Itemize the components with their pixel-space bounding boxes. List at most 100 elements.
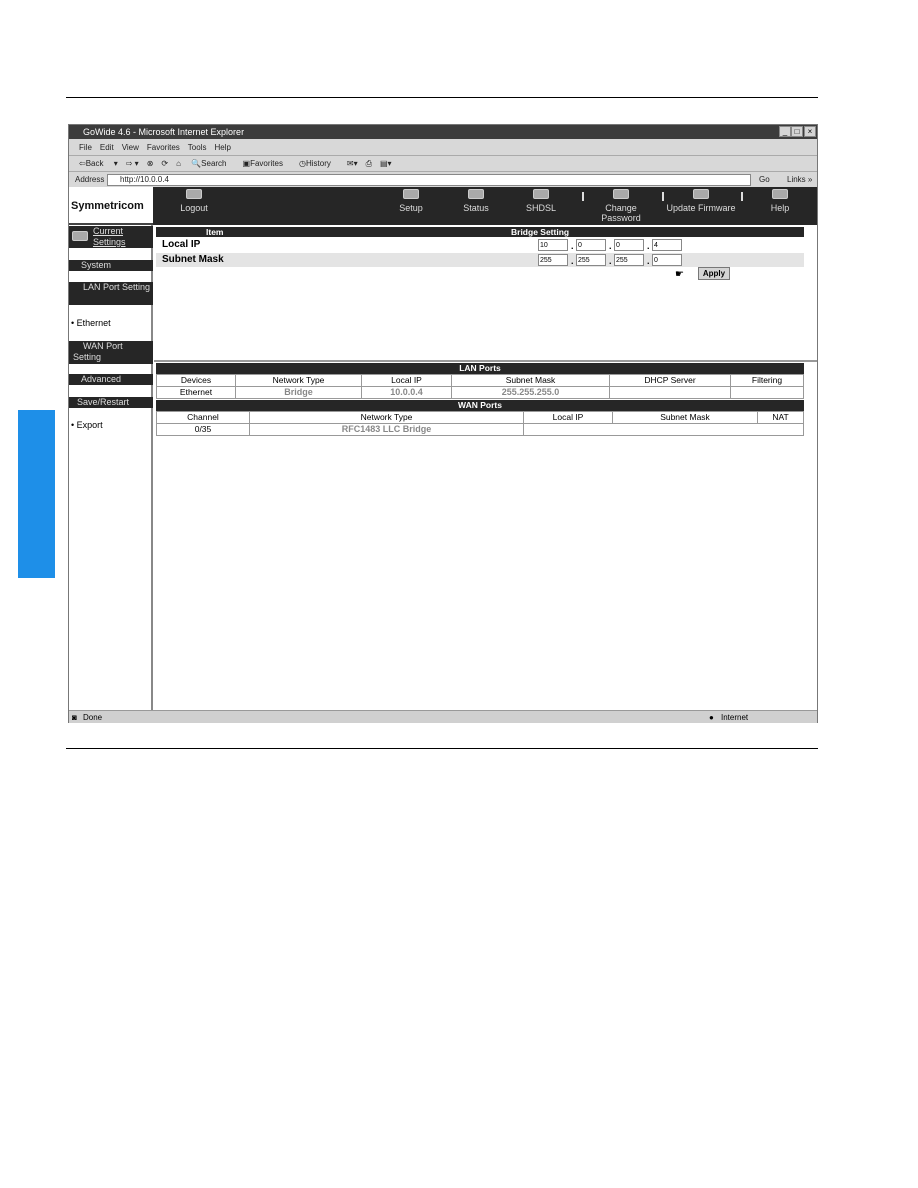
nav-shdsl[interactable]: SHDSL (506, 189, 576, 213)
title-bar: GoWide 4.6 - Microsoft Internet Explorer… (69, 125, 817, 139)
local-ip-octet-2[interactable] (576, 239, 606, 251)
home-icon[interactable]: ⌂ (176, 159, 181, 168)
password-icon (613, 189, 629, 199)
nav-label: Update Firmware (666, 203, 736, 213)
mask-octet-3[interactable] (614, 254, 644, 266)
table-row: Ethernet Bridge 10.0.0.4 255.255.255.0 (156, 386, 804, 399)
nav-separator (662, 192, 664, 201)
nav-separator (741, 192, 743, 201)
sidebar-current-settings[interactable]: Current Settings (69, 226, 153, 248)
globe-icon: ● (709, 713, 714, 722)
cell-dhcp (609, 386, 731, 399)
col-dhcp-server: DHCP Server (609, 374, 731, 387)
col-subnet-mask: Subnet Mask (451, 374, 610, 387)
back-button[interactable]: ⇦Back ▾ (79, 159, 118, 168)
local-ip-octet-1[interactable] (538, 239, 568, 251)
local-ip-octet-4[interactable] (652, 239, 682, 251)
table-header-row: Devices Network Type Local IP Subnet Mask DH… (156, 374, 804, 387)
nav-label: Change Password (601, 203, 641, 223)
menu-edit[interactable]: Edit (100, 143, 114, 152)
firmware-icon (693, 189, 709, 199)
symmetricom-logo: Symmetricom (69, 187, 153, 225)
status-bar: ◙ Done ● Internet (69, 710, 817, 723)
favorites-button[interactable]: ▣Favorites (243, 159, 291, 168)
nav-status[interactable]: Status (441, 189, 511, 213)
menu-tools[interactable]: Tools (188, 143, 207, 152)
address-input[interactable]: http://10.0.0.4 (107, 174, 751, 186)
links-button[interactable]: Links » (787, 172, 812, 187)
cell-filtering (730, 386, 804, 399)
chapter-tab (18, 410, 55, 578)
mask-octet-1[interactable] (538, 254, 568, 266)
zone-text: Internet (721, 713, 749, 722)
page-content: Symmetricom Logout Setup Status SHDSL Ch… (69, 187, 817, 710)
local-ip-octet-3[interactable] (614, 239, 644, 251)
col-network-type: Network Type (235, 374, 362, 387)
address-bar: Address http://10.0.0.4 Go Links » (69, 172, 817, 188)
pointer-hand-icon: ☛ (675, 269, 684, 280)
local-ip-label: Local IP (162, 239, 201, 250)
col-filtering: Filtering (730, 374, 804, 387)
sidebar-system[interactable]: System (69, 260, 153, 271)
sidebar-wan-port-setting[interactable]: WAN Port Setting (69, 341, 153, 364)
menu-favorites[interactable]: Favorites (147, 143, 180, 152)
sidebar-label: Current Settings (93, 226, 126, 247)
mask-octet-2[interactable] (576, 254, 606, 266)
menu-help[interactable]: Help (214, 143, 230, 152)
print-icon[interactable]: ⎙ (366, 159, 372, 168)
wan-ports-table: Channel Network Type Local IP Subnet Mask NA… (156, 411, 804, 436)
nav-update-firmware[interactable]: Update Firmware (666, 189, 736, 213)
col-bridge-setting: Bridge Setting (511, 227, 570, 237)
setup-icon (403, 189, 419, 199)
col-channel: Channel (156, 411, 250, 424)
go-button[interactable]: Go (759, 172, 770, 187)
apply-button[interactable]: Apply (698, 267, 730, 280)
close-button[interactable]: × (804, 126, 816, 137)
maximize-button[interactable]: □ (791, 126, 803, 137)
stop-icon[interactable]: ⊗ (147, 159, 154, 168)
cell-device: Ethernet (156, 386, 236, 399)
mask-octet-4[interactable] (652, 254, 682, 266)
cell-channel: 0/35 (156, 423, 250, 436)
main-panel: Item Bridge Setting Local IP . . . Subne… (154, 225, 817, 710)
sidebar-save-restart[interactable]: Save/Restart (69, 397, 153, 408)
cell-local-ip: 10.0.0.4 (361, 386, 452, 399)
sidebar: Current Settings System LAN Port Setting… (69, 225, 153, 710)
edit-icon[interactable]: ▤▾ (380, 159, 392, 168)
sidebar-ethernet[interactable]: • Ethernet (71, 318, 111, 328)
sidebar-advanced[interactable]: Advanced (69, 374, 153, 385)
col-local-ip: Local IP (523, 411, 613, 424)
search-label: Search (201, 159, 227, 168)
menu-file[interactable]: File (79, 143, 92, 152)
bottom-rule (66, 748, 818, 749)
top-nav: Logout Setup Status SHDSL Change Passwor… (153, 187, 817, 225)
browser-window: GoWide 4.6 - Microsoft Internet Explorer… (68, 124, 818, 723)
sidebar-lan-port-setting[interactable]: LAN Port Setting (69, 282, 153, 305)
lan-ports-table: Devices Network Type Local IP Subnet Mask DH… (156, 374, 804, 399)
nav-change-password[interactable]: Change Password (586, 189, 656, 223)
cell-network-type: Bridge (235, 386, 362, 399)
status-icon (468, 189, 484, 199)
wan-ports-title: WAN Ports (156, 400, 804, 411)
sidebar-export[interactable]: • Export (71, 420, 103, 430)
nav-help[interactable]: Help (745, 189, 815, 213)
menu-bar: File Edit View Favorites Tools Help (69, 140, 817, 156)
refresh-icon[interactable]: ⟳ (161, 159, 168, 168)
mail-icon[interactable]: ✉▾ (347, 159, 358, 168)
address-label: Address (75, 175, 105, 184)
nav-separator (582, 192, 584, 201)
subnet-mask-row: Subnet Mask . . . (156, 253, 804, 267)
table-header-row: Channel Network Type Local IP Subnet Mask NA… (156, 411, 804, 424)
history-label: History (305, 159, 331, 168)
history-button[interactable]: ◷History (299, 159, 339, 168)
top-rule (66, 97, 818, 98)
nav-logout[interactable]: Logout (159, 189, 229, 213)
forward-button[interactable]: ⇨ ▾ (126, 159, 139, 168)
nav-label: Logout (180, 203, 208, 213)
minimize-button[interactable]: _ (779, 126, 791, 137)
cell-subnet-mask: 255.255.255.0 (451, 386, 610, 399)
nav-setup[interactable]: Setup (376, 189, 446, 213)
menu-view[interactable]: View (122, 143, 139, 152)
search-button[interactable]: 🔍Search (191, 159, 234, 168)
logout-icon (186, 189, 202, 199)
